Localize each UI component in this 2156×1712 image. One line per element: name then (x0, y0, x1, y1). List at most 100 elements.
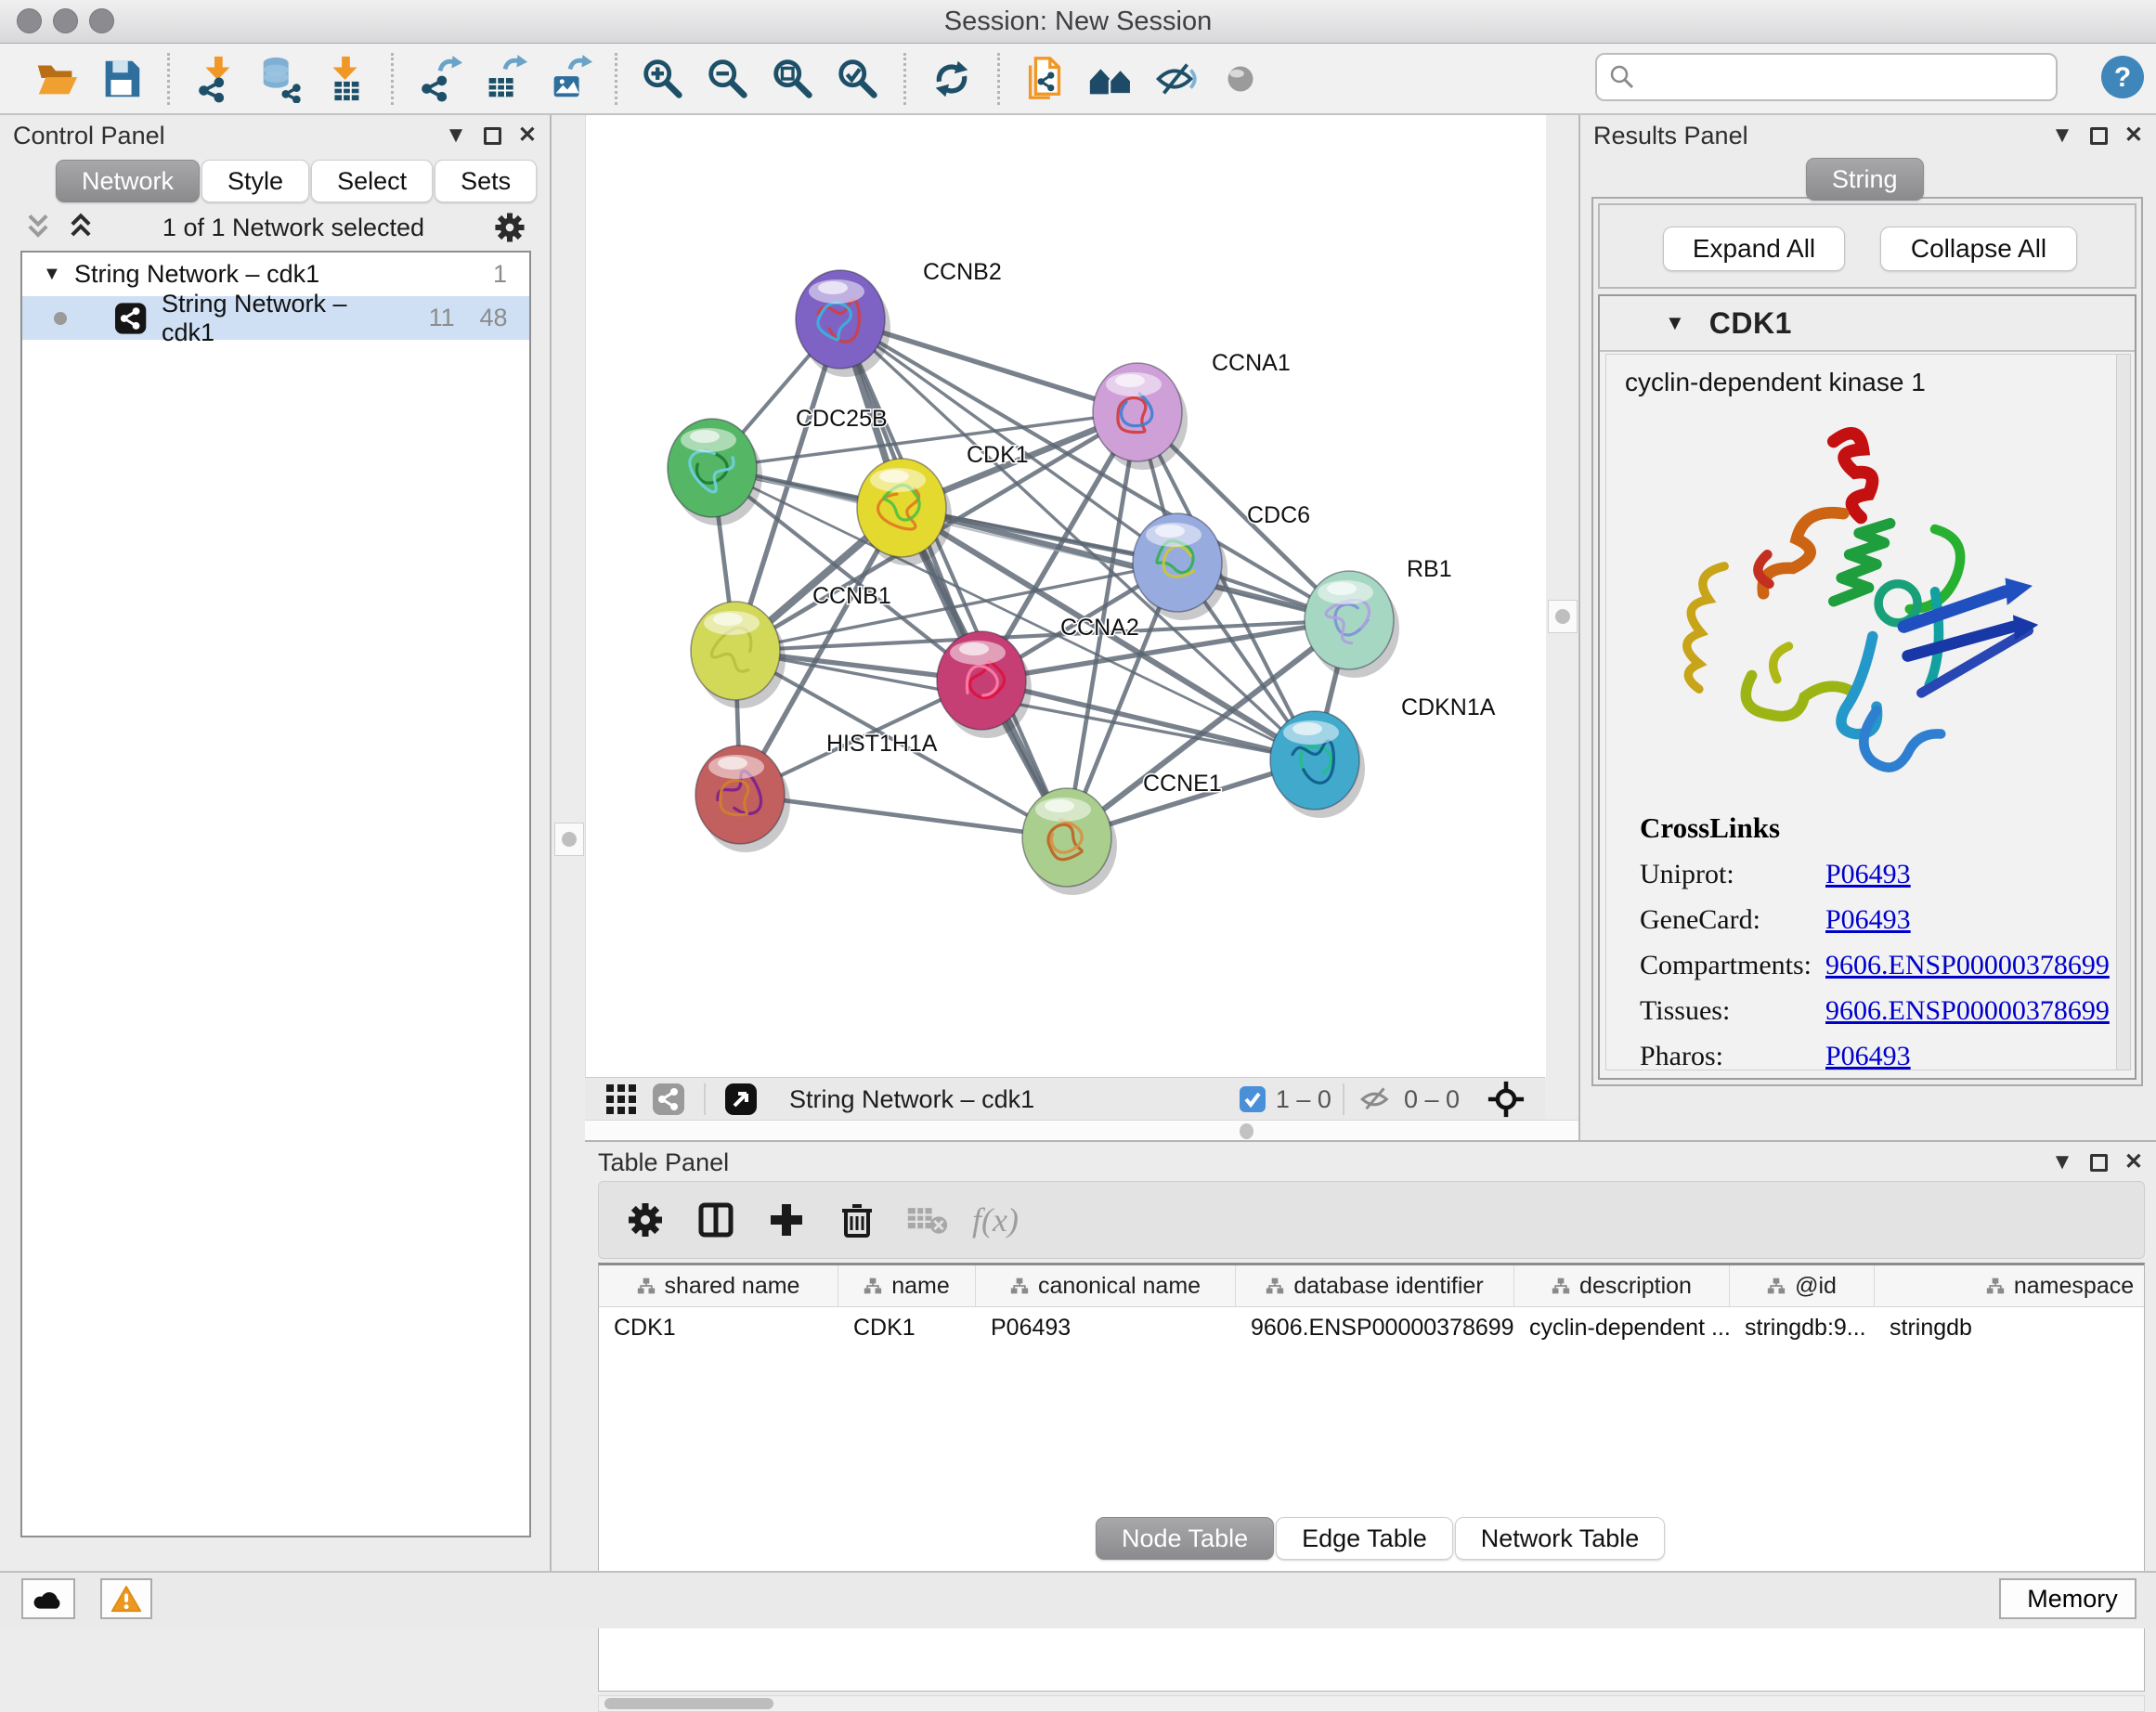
create-column-plus-icon[interactable] (760, 1194, 812, 1246)
column-header-canonical-name[interactable]: canonical name (976, 1265, 1236, 1306)
network-node-RB1[interactable] (1305, 571, 1399, 678)
network-node-CCNA2[interactable] (937, 631, 1032, 738)
export-network-button[interactable] (412, 52, 466, 106)
network-node-HIST1H1A[interactable] (695, 746, 790, 852)
panel-close-button[interactable]: ✕ (518, 124, 537, 147)
results-scrollbar[interactable] (2116, 354, 2131, 1070)
open-session-button[interactable] (30, 52, 84, 106)
warnings-button[interactable] (100, 1578, 152, 1619)
tab-select[interactable]: Select (311, 160, 433, 202)
table-cell[interactable]: stringdb (1875, 1307, 2145, 1348)
splitter-grabber[interactable] (554, 823, 584, 856)
panel-float-button[interactable] (2090, 127, 2108, 145)
network-node-CDKN1A[interactable] (1270, 711, 1365, 818)
column-header-name[interactable]: name (838, 1265, 976, 1306)
tab-edge-table[interactable]: Edge Table (1276, 1517, 1453, 1560)
left-splitter[interactable] (552, 115, 585, 1120)
network-node-CCNA1[interactable] (1093, 363, 1188, 470)
save-session-button[interactable] (95, 52, 149, 106)
string-network-badge-icon[interactable] (652, 1083, 685, 1116)
export-image-button[interactable] (542, 52, 596, 106)
cloud-status-button[interactable] (21, 1578, 75, 1619)
crosslink-link[interactable]: P06493 (1825, 904, 1911, 936)
zoom-fit-button[interactable] (766, 52, 820, 106)
help-button[interactable]: ? (2100, 55, 2145, 99)
tab-network[interactable]: Network (56, 160, 200, 202)
tab-string[interactable]: String (1806, 158, 1924, 201)
crosslink-link[interactable]: 9606.ENSP00000378699 (1825, 950, 2110, 981)
memory-button[interactable]: Memory (1999, 1578, 2137, 1619)
zoom-selected-button[interactable] (831, 52, 885, 106)
collapse-triangle-icon[interactable]: ▼ (1665, 311, 1685, 335)
crosslink-link[interactable]: P06493 (1825, 1041, 1911, 1070)
panel-menu-button[interactable]: ▼ (2051, 1151, 2073, 1174)
splitter-grabber[interactable] (1240, 1123, 1253, 1139)
table-row[interactable]: CDK1CDK1P064939606.ENSP00000378699cyclin… (599, 1307, 2144, 1348)
network-node-CCNE1[interactable] (1022, 788, 1117, 895)
tab-style[interactable]: Style (201, 160, 309, 202)
collection-expander-icon[interactable]: ▼ (43, 264, 67, 285)
network-node-CDK1[interactable] (857, 459, 952, 565)
panel-menu-button[interactable]: ▼ (2051, 124, 2073, 147)
table-options-gear-icon[interactable] (619, 1194, 671, 1246)
table-cell[interactable]: stringdb:9... (1730, 1307, 1875, 1348)
selected-checkbox-icon[interactable] (1239, 1085, 1266, 1113)
column-header-description[interactable]: description (1514, 1265, 1730, 1306)
close-window-button[interactable] (17, 8, 42, 33)
table-cell[interactable]: cyclin-dependent ... (1514, 1307, 1730, 1348)
column-header-shared-name[interactable]: shared name (599, 1265, 838, 1306)
table-horizontal-scrollbar[interactable] (598, 1695, 2145, 1712)
column-header-namespace[interactable]: namespace (1875, 1265, 2145, 1306)
detach-view-icon[interactable] (724, 1083, 758, 1116)
gene-section-header[interactable]: ▼ CDK1 (1600, 296, 2135, 352)
crosslink-link[interactable]: 9606.ENSP00000378699 (1825, 995, 2110, 1027)
panel-close-button[interactable]: ✕ (2124, 1151, 2143, 1174)
table-cell[interactable]: P06493 (976, 1307, 1236, 1348)
hidden-eye-icon[interactable] (1356, 1084, 1395, 1114)
collapse-all-button[interactable]: Collapse All (1880, 227, 2077, 271)
horizontal-splitter[interactable] (585, 1120, 1578, 1141)
network-node-CDC25B[interactable] (668, 419, 762, 525)
grid-view-icon[interactable] (605, 1083, 637, 1115)
birds-eye-toggle-icon[interactable] (1487, 1081, 1525, 1118)
network-node-CCNB2[interactable] (796, 270, 890, 377)
hide-graphics-details-button[interactable] (1149, 52, 1202, 106)
table-cell[interactable]: CDK1 (599, 1307, 838, 1348)
panel-close-button[interactable]: ✕ (2124, 124, 2143, 147)
network-edge-CCNB2-CCNE1[interactable] (840, 319, 1067, 837)
show-columns-icon[interactable] (690, 1194, 742, 1246)
minimize-window-button[interactable] (53, 8, 78, 33)
gear-icon[interactable] (492, 210, 527, 245)
import-network-from-file-button[interactable] (188, 52, 242, 106)
birds-eye-view-button[interactable] (1214, 52, 1267, 106)
string-home-button[interactable] (1084, 52, 1137, 106)
table-cell[interactable]: CDK1 (838, 1307, 976, 1348)
panel-float-button[interactable] (2090, 1154, 2108, 1172)
scrollbar-thumb[interactable] (604, 1698, 773, 1709)
tab-network-table[interactable]: Network Table (1455, 1517, 1666, 1560)
network-row-selected[interactable]: String Network – cdk1 11 48 (22, 296, 529, 340)
crosslink-link[interactable]: P06493 (1825, 859, 1911, 890)
column-header-@id[interactable]: @id (1730, 1265, 1875, 1306)
panel-menu-button[interactable]: ▼ (445, 124, 467, 147)
tab-node-table[interactable]: Node Table (1096, 1517, 1274, 1560)
column-header-database-identifier[interactable]: database identifier (1236, 1265, 1514, 1306)
table-cell[interactable]: 9606.ENSP00000378699 (1236, 1307, 1514, 1348)
network-canvas[interactable]: CCNB2CCNA1CDC25BCDK1CDC6RB1CCNB1CCNA2CDK… (585, 115, 1546, 1077)
import-network-from-database-button[interactable] (253, 52, 307, 106)
zoom-window-button[interactable] (89, 8, 114, 33)
import-table-from-file-button[interactable] (318, 52, 372, 106)
tab-sets[interactable]: Sets (435, 160, 537, 202)
expand-all-button[interactable]: Expand All (1663, 227, 1845, 271)
search-input[interactable] (1636, 62, 2056, 93)
right-splitter[interactable] (1545, 115, 1578, 1120)
share-document-button[interactable] (1019, 52, 1072, 106)
splitter-grabber[interactable] (1548, 600, 1578, 633)
expand-all-icon[interactable] (67, 213, 95, 242)
panel-float-button[interactable] (484, 127, 501, 145)
zoom-in-button[interactable] (636, 52, 690, 106)
collapse-all-icon[interactable] (24, 213, 52, 242)
export-table-button[interactable] (477, 52, 531, 106)
zoom-out-button[interactable] (701, 52, 755, 106)
delete-column-trash-icon[interactable] (831, 1194, 883, 1246)
